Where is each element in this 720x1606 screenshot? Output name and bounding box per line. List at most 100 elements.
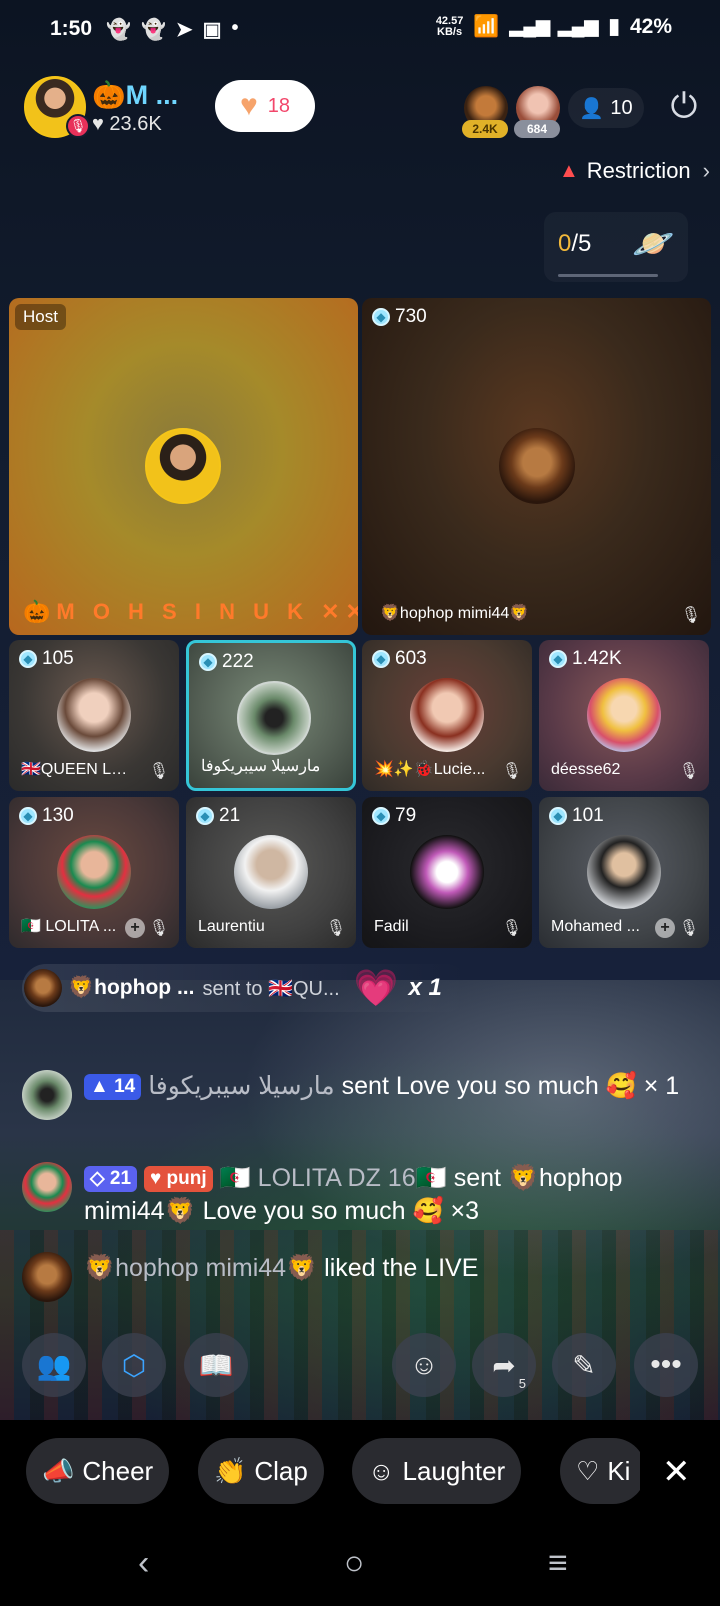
kiss-icon: ♡ <box>576 1455 600 1486</box>
tile-score: ◆ 222 <box>199 651 254 673</box>
like-count: 18 <box>267 94 291 117</box>
telegram-icon: ➤ <box>175 18 193 41</box>
close-icon[interactable]: ✕ <box>662 1452 691 1492</box>
laughter-icon: ☺ <box>368 1455 395 1486</box>
guest-tile[interactable]: ◆ 730 🦁hophop mimi44🦁 🎙 <box>362 298 711 635</box>
network-speed: 42.57 KB/s <box>435 14 464 38</box>
diamond-icon: ◆ <box>372 650 390 668</box>
guest-tile-active[interactable]: ◆ 222 مارسيلا سيبريكوفا <box>186 640 356 791</box>
reaction-clap[interactable]: 👏 Clap <box>198 1438 324 1504</box>
diamond-icon: ◆ <box>19 650 37 668</box>
host-tile[interactable]: Host 🎃M O H S I N U K ✕✕⊘ <box>9 298 358 635</box>
chat-avatar[interactable] <box>22 1162 72 1212</box>
share-icon[interactable]: ➦ 5 <box>472 1333 536 1397</box>
reaction-label: Clap <box>254 1455 308 1486</box>
mic-off-icon: 🎙 <box>501 920 522 937</box>
power-icon[interactable]: ⏻ <box>664 87 704 127</box>
recents-icon[interactable]: ≡ <box>548 1544 568 1583</box>
back-icon[interactable]: ‹ <box>138 1544 149 1583</box>
reaction-cheer[interactable]: 📣 Cheer <box>26 1438 170 1504</box>
seat-underline <box>558 274 658 277</box>
mic-off-icon: 🎙 <box>148 920 169 937</box>
tile-name: 🦁hophop mimi44🦁 <box>380 605 530 622</box>
follow-plus-icon[interactable]: + <box>655 918 675 938</box>
reaction-bar: 📣 Cheer 👏 Clap ☺ Laughter ♡ Ki <box>0 1438 640 1504</box>
chat-username[interactable]: مارسيلا سيبريكوفا <box>148 1072 335 1100</box>
chat-text: liked the LIVE <box>317 1254 479 1282</box>
tile-score: ◆ 1.42K <box>549 648 622 670</box>
chat-avatar[interactable] <box>22 1252 72 1302</box>
diamond-icon: ◆ <box>549 807 567 825</box>
tile-avatar <box>587 835 661 909</box>
guest-tile[interactable]: ◆ 21 Laurentiu 🎙 <box>186 797 356 948</box>
tile-score: ◆ 21 <box>196 805 240 827</box>
like-button[interactable]: ♥ 18 <box>215 80 315 132</box>
sticker-icon[interactable]: ☺ <box>392 1333 456 1397</box>
reaction-label: Laughter <box>402 1455 506 1486</box>
magic-wand-icon[interactable]: ✎ <box>552 1333 616 1397</box>
clap-icon: 👏 <box>214 1455 247 1486</box>
follow-plus-icon[interactable]: + <box>125 918 145 938</box>
diamond-icon: ◆ <box>196 807 214 825</box>
book-icon[interactable]: 📖 <box>184 1333 248 1397</box>
battery-icon: ▮ <box>608 15 620 38</box>
chat-username[interactable]: 🦁hophop mimi44🦁 <box>84 1254 317 1282</box>
guest-tile[interactable]: ◆ 603 💥✨🐞Lucie... 🎙 <box>362 640 532 791</box>
home-icon[interactable]: ○ <box>344 1544 365 1583</box>
chat-message: ◇ 21 ♥ punj 🇩🇿 LOLITA DZ 16🇩🇿 sent 🦁hoph… <box>22 1162 702 1228</box>
host-avatar[interactable]: 🎙 <box>24 76 90 138</box>
top-viewer-avatar[interactable]: 684 <box>514 86 560 138</box>
clock: 1:50 <box>50 17 93 40</box>
reaction-laughter[interactable]: ☺ Laughter <box>352 1438 522 1504</box>
seats-total: /5 <box>571 230 592 257</box>
host-info: 🎃M ... ♥ 23.6K <box>92 79 178 136</box>
mic-off-icon: 🎙 <box>66 114 90 138</box>
tile-avatar <box>410 835 484 909</box>
tile-name: déesse62 <box>551 761 621 778</box>
tile-name: Laurentiu <box>198 918 265 935</box>
tile-score: ◆ 79 <box>372 805 416 827</box>
gift-count: x 1 <box>408 974 442 1001</box>
diamond-icon: ◆ <box>549 650 567 668</box>
guests-icon[interactable]: 👥 <box>22 1333 86 1397</box>
mic-off-icon: 🎙 <box>678 763 699 780</box>
host-tag: Host <box>15 304 66 330</box>
status-bar: 1:50 👻 👻 ➤ ▣ • 42.57 KB/s 📶 ▂▄▆ ▂▄▆ ▮ 42… <box>0 0 720 58</box>
guest-tile[interactable]: ◆ 130 🇩🇿 LOLITA ... + 🎙 <box>9 797 179 948</box>
reaction-kiss[interactable]: ♡ Ki <box>560 1438 640 1504</box>
tile-score: ◆ 101 <box>549 805 604 827</box>
tile-name: 🇬🇧QUEEN LON... <box>21 761 139 778</box>
mic-off-icon: 🎙 <box>501 763 522 780</box>
tile-name: 💥✨🐞Lucie... <box>374 761 486 778</box>
tile-score: ◆ 603 <box>372 648 427 670</box>
chat-username[interactable]: 🇩🇿 LOLITA DZ 16🇩🇿 <box>220 1164 447 1192</box>
mic-off-icon: 🎙 <box>325 920 346 937</box>
chevron-right-icon: › <box>702 158 710 183</box>
cube-icon[interactable]: ⬡ <box>102 1333 166 1397</box>
tile-name: مارسيلا سيبريكوفا <box>201 758 321 775</box>
restriction-link[interactable]: ▲ Restriction › <box>559 158 710 184</box>
guest-tile[interactable]: ◆ 101 Mohamed ... + 🎙 <box>539 797 709 948</box>
top-viewers[interactable]: 2.4K 684 <box>462 86 560 138</box>
sender-avatar <box>24 969 62 1007</box>
tile-avatar <box>145 428 221 504</box>
chat-avatar[interactable] <box>22 1070 72 1120</box>
seat-counter[interactable]: 0/5 🪐 <box>544 212 688 282</box>
guest-tile[interactable]: ◆ 79 Fadil 🎙 <box>362 797 532 948</box>
viewer-count-button[interactable]: 👤 10 <box>568 88 644 128</box>
tile-avatar <box>237 681 311 755</box>
heart-icon: ♥ <box>239 89 258 122</box>
guest-tile[interactable]: ◆ 105 🇬🇧QUEEN LON... 🎙 <box>9 640 179 791</box>
planet-icon: 🪐 <box>632 225 675 263</box>
mic-off-icon: 🎙 <box>680 607 701 624</box>
share-count: 5 <box>518 1376 526 1391</box>
more-icon[interactable]: ••• <box>634 1333 698 1397</box>
guest-tile[interactable]: ◆ 1.42K déesse62 🎙 <box>539 640 709 791</box>
viewer-badge: 2.4K <box>462 120 508 138</box>
tile-name: Fadil <box>374 918 409 935</box>
host-header[interactable]: 🎙 🎃M ... ♥ 23.6K <box>24 76 178 138</box>
battery-level: 42% <box>629 14 672 38</box>
tile-avatar <box>57 678 131 752</box>
top-viewer-avatar[interactable]: 2.4K <box>462 86 508 138</box>
tile-score: ◆ 130 <box>19 805 74 827</box>
